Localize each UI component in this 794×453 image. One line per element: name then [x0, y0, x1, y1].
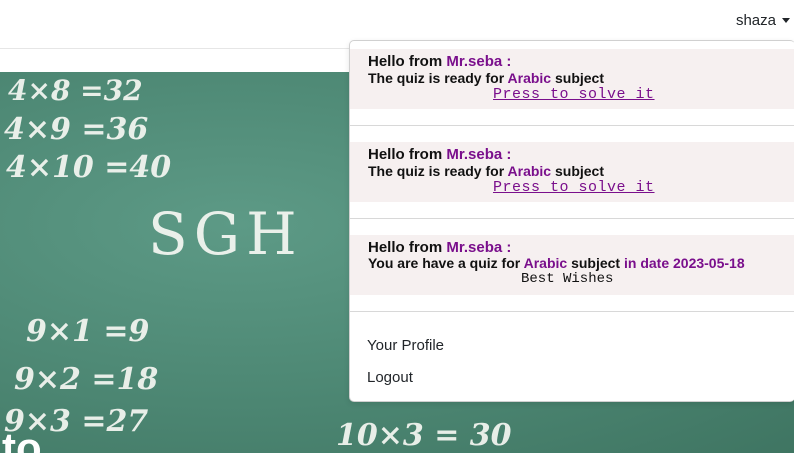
notification-sender: Mr.seba :	[446, 53, 512, 70]
chalk-line: 9×1 =9	[26, 314, 150, 349]
chalk-line: 9×2 =18	[14, 362, 159, 397]
notification-closing: Best Wishes	[521, 271, 614, 287]
user-dropdown-menu: Hello from Mr.seba : The quiz is ready f…	[349, 40, 794, 402]
notification-message: The quiz is ready for	[368, 70, 505, 86]
press-to-solve-link[interactable]: Press to solve it	[493, 86, 655, 103]
notification-message-suffix: subject	[554, 70, 604, 86]
caret-down-icon	[782, 17, 790, 23]
notification-item: Hello from Mr.seba : The quiz is ready f…	[350, 142, 794, 202]
divider	[350, 311, 794, 312]
chalk-line: 4×8 =32	[8, 74, 143, 107]
notification-date: in date 2023-05-18	[623, 255, 745, 271]
chalk-line: 4×9 =36	[4, 112, 149, 147]
your-profile-link[interactable]: Your Profile	[367, 337, 444, 354]
notification-greeting: Hello from	[368, 239, 443, 256]
hero-heading: to	[2, 424, 42, 453]
chalk-line: 10×3 = 30	[336, 418, 512, 453]
notification-sender: Mr.seba :	[446, 239, 512, 256]
divider	[350, 125, 794, 126]
chalk-line: SGH	[148, 200, 303, 268]
notification-message: The quiz is ready for	[368, 163, 505, 179]
press-to-solve-link[interactable]: Press to solve it	[493, 179, 655, 196]
notification-subject: Arabic	[507, 70, 552, 86]
notification-message-suffix: subject	[554, 163, 604, 179]
notification-greeting: Hello from	[368, 146, 443, 163]
user-menu-toggle[interactable]: shaza	[736, 9, 790, 31]
notification-subject: Arabic	[523, 255, 568, 271]
chalk-line: 4×10 =40	[6, 150, 172, 185]
notification-message-suffix: subject	[571, 255, 621, 271]
notification-message: You are have a quiz for	[368, 255, 521, 271]
notification-item: Hello from Mr.seba : The quiz is ready f…	[350, 49, 794, 109]
user-name: shaza	[735, 11, 776, 29]
notification-greeting: Hello from	[368, 53, 443, 70]
notification-item: Hello from Mr.seba : You are have a quiz…	[350, 235, 794, 295]
notification-subject: Arabic	[507, 163, 552, 179]
logout-link[interactable]: Logout	[367, 369, 413, 386]
divider	[350, 218, 794, 219]
notification-sender: Mr.seba :	[446, 146, 512, 163]
